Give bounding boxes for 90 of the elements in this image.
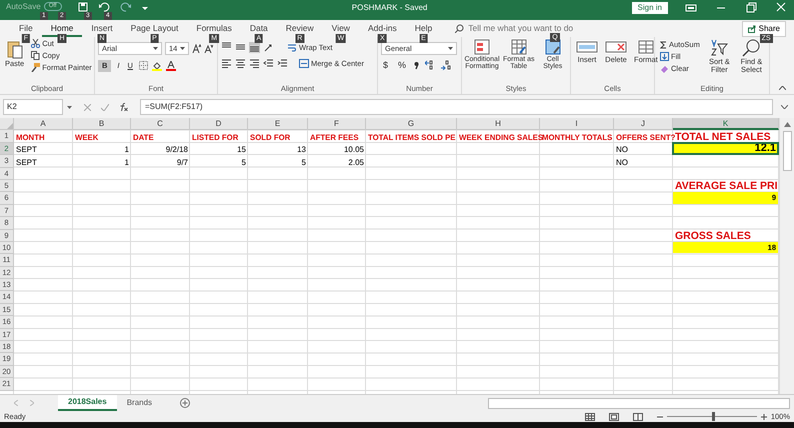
document-title: POSHMARK - Saved [352,3,428,13]
caret-icon [448,47,453,50]
table-cell: NO [616,144,628,156]
table-cell: SEPT [16,144,37,156]
merge-icon [299,59,309,68]
column-header[interactable]: J [614,118,673,130]
share-icon [748,24,756,32]
normal-view-icon[interactable] [584,412,595,420]
close-icon[interactable] [774,2,788,14]
table-cell: AVERAGE SALE PRI [675,180,778,192]
column-header[interactable]: D [190,118,248,130]
autosave-label: AutoSave [6,2,41,12]
table-cell: 13 [297,144,306,156]
table-cell: 1 [124,156,129,168]
table-cell: 9/7 [176,156,188,168]
sign-in-button[interactable]: Sign in [632,2,668,14]
align-right-icon[interactable] [249,58,260,69]
horizontal-scrollbar[interactable] [488,398,790,408]
percent-button[interactable]: % [396,60,408,70]
add-sheet-icon[interactable] [180,398,190,408]
expand-icon[interactable] [781,105,788,109]
zoom-in-icon[interactable] [760,414,767,420]
bottom-align-icon[interactable] [249,42,260,53]
borders-icon[interactable] [138,61,148,70]
column-header[interactable]: I [540,118,614,130]
table-cell: 15 [237,144,246,156]
column-header[interactable]: F [308,118,366,130]
fill-down-icon [660,52,669,61]
restore-icon[interactable] [744,2,758,14]
table-cell: GROSS SALES [675,230,751,242]
increase-indent-icon[interactable] [277,58,288,69]
comma-style-icon[interactable] [414,60,420,70]
sheet-tab[interactable]: Brands [116,395,162,411]
table-cell: 5 [242,156,246,168]
column-header[interactable]: K [673,118,779,130]
search-icon [742,39,760,57]
table-cell: 9/2/18 [166,144,188,156]
page-break-icon[interactable] [632,412,643,420]
redo-icon[interactable] [120,2,132,12]
column-header[interactable]: A [14,118,73,130]
formula-field[interactable]: =SUM(F2:F517) [140,99,773,115]
brush-icon [31,63,40,72]
caret-icon [180,47,185,50]
scroll-up-icon[interactable] [784,122,790,127]
scissors-icon [31,39,40,48]
table-cell: 2.05 [348,156,364,168]
column-header[interactable]: H [457,118,540,130]
font-color-icon[interactable] [166,60,176,71]
name-box[interactable]: K2 [3,99,63,115]
sort-filter-icon [710,39,728,57]
table-cell: 5 [302,156,306,168]
collapse-icon[interactable] [778,86,786,90]
table-cell: NO [616,156,628,168]
save-icon[interactable] [78,2,88,12]
share-button[interactable]: Share [742,20,786,36]
zoom-slider-thumb[interactable] [712,412,715,421]
sigma-icon [660,41,667,49]
increase-decimal-icon[interactable] [425,60,436,70]
tell-me-field[interactable]: Tell me what you want to do [468,22,588,35]
sheet-tab[interactable]: 2018Sales [58,395,117,411]
caret-icon [153,47,158,50]
wrap-icon [288,43,297,52]
function-icon[interactable] [119,103,128,111]
ribbon-display-icon[interactable] [684,2,698,14]
cell-styles-icon [544,39,562,55]
shrink-font-icon[interactable] [204,44,213,53]
column-header[interactable]: E [248,118,308,130]
eraser-icon [660,64,669,73]
decrease-indent-icon[interactable] [263,58,274,69]
column-header[interactable]: G [366,118,457,130]
search-icon [455,24,464,33]
undo-icon[interactable] [98,2,110,12]
customize-icon[interactable] [142,4,148,10]
caret-icon[interactable] [67,106,72,108]
zoom-out-icon[interactable] [656,414,663,420]
align-center-icon[interactable] [235,58,246,69]
currency-button[interactable]: $ [381,60,390,70]
table-cell: 10.05 [344,144,364,156]
copy-icon [31,51,40,60]
table-cell: SEPT [16,156,37,168]
page-layout-icon[interactable] [608,412,619,420]
grow-font-icon[interactable] [192,44,201,53]
decrease-decimal-icon[interactable] [441,60,452,70]
table-cell: TOTAL NET SALES [675,130,771,143]
scrollbar-thumb[interactable] [782,131,792,171]
column-header[interactable]: C [131,118,190,130]
table-cell: 1 [124,144,129,156]
column-header[interactable]: B [73,118,131,130]
align-left-icon[interactable] [221,58,232,69]
fill-color-icon[interactable] [152,60,162,71]
